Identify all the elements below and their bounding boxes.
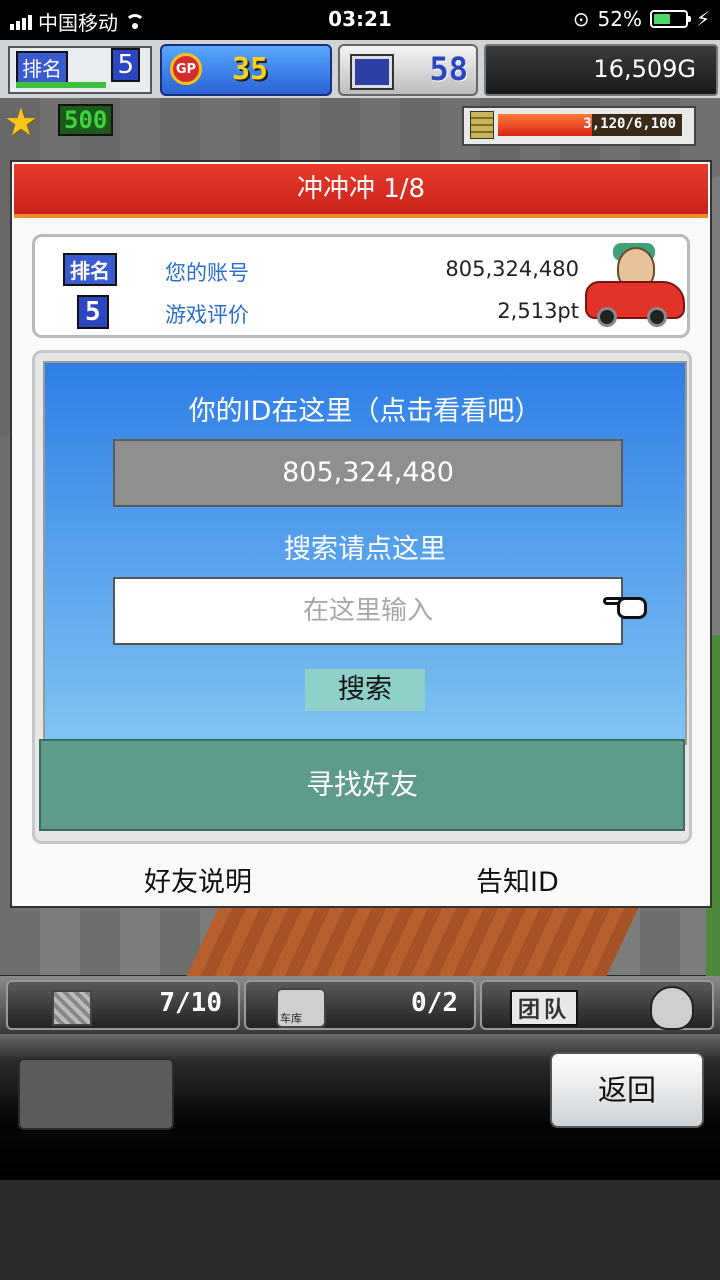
star-value: 500 <box>58 104 114 136</box>
bottom-panel: 返回 <box>0 1034 720 1180</box>
charging-icon: ⚡ <box>695 7 710 31</box>
friend-help-link[interactable]: 好友说明 <box>144 860 252 899</box>
battery-icon <box>649 10 691 28</box>
id-search-area: 你的ID在这里（点击看看吧） 805,324,480 搜索请点这里 在这里输入 … <box>43 361 687 745</box>
friend-dialog: 冲冲冲 1/8 排名 5 您的账号 805,324,480 游戏评价 2,513… <box>10 160 712 908</box>
rating-label: 游戏评价 <box>165 303 249 327</box>
back-button[interactable]: 返回 <box>550 1052 704 1128</box>
find-friend-button[interactable]: 寻找好友 <box>39 739 685 831</box>
status-bar: 中国移动 03:21 ⊙ 52% ⚡ <box>0 0 720 40</box>
account-value: 805,324,480 <box>445 257 579 281</box>
rotation-lock-icon: ⊙ <box>572 7 590 31</box>
rank-value: 5 <box>111 48 140 82</box>
pc-counter[interactable]: 58 <box>338 44 478 96</box>
star-badge[interactable]: ★ 500 <box>4 102 116 142</box>
garage-icon-label: 车库 <box>280 1012 302 1025</box>
team-label: 团队 <box>510 990 579 1026</box>
pc-value: 58 <box>429 50 468 88</box>
bottom-fill <box>0 1180 720 1280</box>
tell-id-link[interactable]: 告知ID <box>476 860 559 899</box>
coin-stack-icon <box>470 111 494 139</box>
search-panel: 你的ID在这里（点击看看吧） 805,324,480 搜索请点这里 在这里输入 … <box>32 350 692 844</box>
money-display[interactable]: 16,509G <box>484 44 718 96</box>
top-hud: 排名 5 GP 35 58 16,509G <box>0 40 720 98</box>
resource-fill <box>498 114 593 136</box>
money-value: 16,509G <box>593 55 696 83</box>
battery-percent: 52% <box>597 7 642 31</box>
gp-icon: GP <box>170 53 202 85</box>
rank-progress-bar <box>16 82 106 88</box>
id-label: 你的ID在这里（点击看看吧） <box>188 396 542 427</box>
character-car-icon <box>583 243 685 331</box>
resource-text: 3,120/6,100 <box>583 116 676 132</box>
rank-badge[interactable]: 排名 5 <box>8 46 152 94</box>
bottom-tabs: 7/10 车库 0/2 团队 <box>0 976 720 1034</box>
resource-bar[interactable]: 3,120/6,100 <box>462 106 696 146</box>
battery-fill <box>653 14 670 24</box>
character-face-icon <box>650 986 694 1030</box>
info-rank-label: 排名 <box>63 253 117 286</box>
tab-team[interactable]: 团队 <box>480 980 714 1030</box>
gp-value: 35 <box>232 52 269 87</box>
computer-icon <box>352 56 392 88</box>
search-button[interactable]: 搜索 <box>305 669 425 711</box>
search-label: 搜索请点这里 <box>284 534 446 565</box>
account-info-card: 排名 5 您的账号 805,324,480 游戏评价 2,513pt <box>32 234 690 338</box>
info-rank-value: 5 <box>77 295 109 329</box>
tab-garage[interactable]: 车库 0/2 <box>244 980 476 1030</box>
garage-icon: 车库 <box>276 988 326 1028</box>
account-label: 您的账号 <box>165 261 249 285</box>
search-input[interactable]: 在这里输入 <box>113 577 623 645</box>
pointing-hand-icon <box>603 591 653 625</box>
tab-items[interactable]: 7/10 <box>6 980 240 1030</box>
tab-garage-counter: 0/2 <box>411 988 458 1018</box>
empty-slot <box>18 1058 174 1130</box>
gp-counter[interactable]: GP 35 <box>160 44 332 96</box>
star-icon: ★ <box>4 100 39 144</box>
id-display[interactable]: 805,324,480 <box>113 439 623 507</box>
dialog-title: 冲冲冲 1/8 <box>14 164 708 218</box>
tab-items-counter: 7/10 <box>159 988 222 1018</box>
box-icon <box>52 990 92 1026</box>
rating-value: 2,513pt <box>497 299 579 323</box>
rank-label: 排名 <box>16 51 68 84</box>
